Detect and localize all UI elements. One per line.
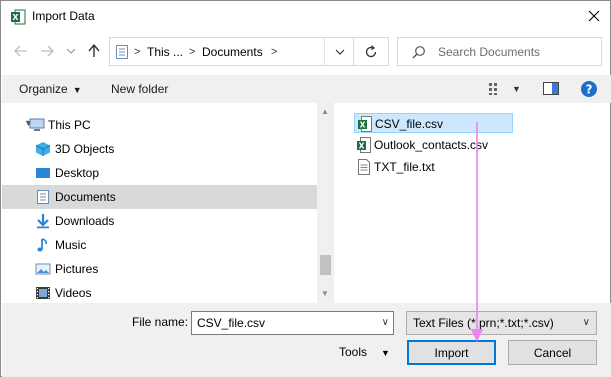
toolbar: Organize ▼ New folder ▼ ? <box>2 75 611 103</box>
address-history-dropdown[interactable] <box>324 37 354 66</box>
nav-item-videos[interactable]: Videos <box>2 281 317 303</box>
arrow-right-icon <box>41 45 54 57</box>
svg-text:X: X <box>360 120 366 129</box>
close-icon <box>588 10 600 22</box>
svg-text:X: X <box>12 13 19 22</box>
scroll-up-icon[interactable]: ▲ <box>321 107 329 116</box>
videos-icon <box>36 287 50 299</box>
excel-csv-icon: X <box>357 137 371 153</box>
file-name-input[interactable]: CSV_file.csv ∨ <box>191 311 394 335</box>
documents-icon <box>116 45 128 59</box>
excel-app-icon: X <box>11 9 26 25</box>
recent-locations-button[interactable] <box>62 42 80 60</box>
forward-button[interactable] <box>38 42 56 60</box>
file-name-label: File name: <box>132 315 189 329</box>
file-list: X CSV_file.csv X Outlook_contacts.csv TX… <box>345 103 611 303</box>
search-placeholder: Search Documents <box>438 45 541 59</box>
nav-item-documents[interactable]: Documents <box>2 185 317 209</box>
pictures-icon <box>35 263 51 275</box>
chevron-down-icon <box>335 49 344 55</box>
navigation-pane: ▼ This PC 3D Objects Desktop Documents D… <box>2 103 334 303</box>
nav-item-desktop[interactable]: Desktop <box>2 161 317 185</box>
organize-label: Organize <box>19 82 68 96</box>
svg-text:X: X <box>359 141 365 150</box>
file-name-value: CSV_file.csv <box>197 316 266 330</box>
documents-icon <box>37 190 49 204</box>
arrow-left-icon <box>14 45 27 57</box>
search-box[interactable]: Search Documents <box>397 37 602 66</box>
breadcrumb-documents[interactable]: Documents <box>202 45 263 59</box>
cube-icon <box>35 142 51 156</box>
import-button[interactable]: Import <box>407 340 496 365</box>
nav-item-3d-objects[interactable]: 3D Objects <box>2 137 317 161</box>
scroll-down-icon[interactable]: ▼ <box>321 289 329 298</box>
close-button[interactable] <box>582 5 606 27</box>
desktop-icon <box>36 168 50 178</box>
view-menu-caret-icon[interactable]: ▼ <box>512 84 521 94</box>
refresh-icon <box>365 44 377 57</box>
back-button[interactable] <box>12 42 30 60</box>
chevron-right-icon: > <box>134 46 141 58</box>
caret-down-icon: ▼ <box>72 85 82 95</box>
arrow-up-icon <box>88 44 100 57</box>
search-icon <box>412 46 425 59</box>
cancel-button[interactable]: Cancel <box>508 340 597 365</box>
organize-button[interactable]: Organize ▼ <box>19 82 82 96</box>
chevron-down-icon: ∨ <box>582 317 590 328</box>
nav-item-pictures[interactable]: Pictures <box>2 257 317 281</box>
help-icon[interactable]: ? <box>580 80 598 98</box>
breadcrumb-this-pc[interactable]: This ... <box>147 45 183 59</box>
nav-item-this-pc[interactable]: ▼ This PC <box>2 113 317 137</box>
chevron-down-icon[interactable]: ∨ <box>382 317 389 328</box>
chevron-down-icon <box>66 48 76 54</box>
up-button[interactable] <box>85 42 103 60</box>
window-title: Import Data <box>32 9 95 23</box>
computer-icon <box>29 118 45 131</box>
new-folder-button[interactable]: New folder <box>111 82 168 96</box>
nav-item-music[interactable]: Music <box>2 233 317 257</box>
file-item-csv-file[interactable]: X CSV_file.csv <box>354 113 513 133</box>
view-options-icon[interactable] <box>488 82 504 96</box>
file-type-value: Text Files (*.prn;*.txt;*.csv) <box>413 316 554 330</box>
music-icon <box>37 238 47 252</box>
tools-label: Tools <box>339 345 368 359</box>
preview-pane-icon[interactable] <box>543 82 559 95</box>
chevron-right-icon: > <box>271 46 278 58</box>
navigation-scrollbar[interactable]: ▲ ▼ <box>317 103 334 303</box>
title-bar: X Import Data <box>1 1 610 32</box>
caret-down-icon: ▼ <box>381 348 390 358</box>
refresh-button[interactable] <box>353 37 388 66</box>
chevron-right-icon: > <box>189 46 196 58</box>
dialog-footer: File name: CSV_file.csv ∨ Text Files (*.… <box>2 303 611 377</box>
download-icon <box>37 214 49 229</box>
excel-csv-icon: X <box>358 116 372 132</box>
scrollbar-thumb[interactable] <box>320 255 331 275</box>
svg-text:?: ? <box>586 82 593 96</box>
import-data-dialog: X Import Data > This ... > Documents > S… <box>0 0 611 377</box>
text-file-icon <box>358 159 370 175</box>
tools-button[interactable]: Tools ▼ <box>339 345 390 359</box>
file-type-select[interactable]: Text Files (*.prn;*.txt;*.csv) ∨ <box>406 311 597 335</box>
nav-item-downloads[interactable]: Downloads <box>2 209 317 233</box>
